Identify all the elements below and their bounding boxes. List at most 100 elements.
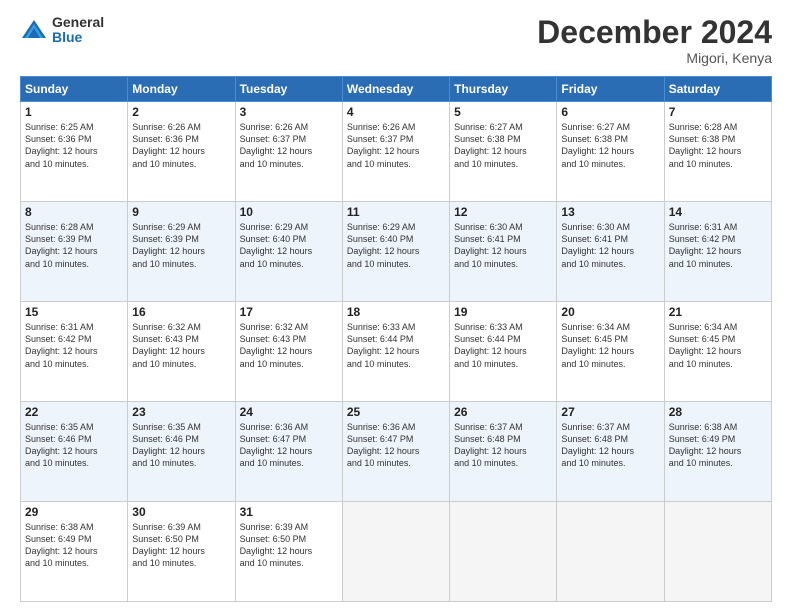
day-number: 4: [347, 105, 445, 119]
table-row: 3 Sunrise: 6:26 AMSunset: 6:37 PMDayligh…: [235, 102, 342, 202]
month-title: December 2024: [537, 15, 772, 50]
day-info: Sunrise: 6:36 AMSunset: 6:47 PMDaylight:…: [347, 422, 420, 468]
calendar-week-row: 1 Sunrise: 6:25 AMSunset: 6:36 PMDayligh…: [21, 102, 772, 202]
day-info: Sunrise: 6:26 AMSunset: 6:36 PMDaylight:…: [132, 122, 205, 168]
day-number: 26: [454, 405, 552, 419]
col-tuesday: Tuesday: [235, 77, 342, 102]
day-info: Sunrise: 6:36 AMSunset: 6:47 PMDaylight:…: [240, 422, 313, 468]
table-row: 9 Sunrise: 6:29 AMSunset: 6:39 PMDayligh…: [128, 202, 235, 302]
day-info: Sunrise: 6:32 AMSunset: 6:43 PMDaylight:…: [132, 322, 205, 368]
col-thursday: Thursday: [450, 77, 557, 102]
day-number: 2: [132, 105, 230, 119]
col-friday: Friday: [557, 77, 664, 102]
day-number: 18: [347, 305, 445, 319]
day-info: Sunrise: 6:25 AMSunset: 6:36 PMDaylight:…: [25, 122, 98, 168]
day-info: Sunrise: 6:27 AMSunset: 6:38 PMDaylight:…: [454, 122, 527, 168]
col-wednesday: Wednesday: [342, 77, 449, 102]
day-info: Sunrise: 6:29 AMSunset: 6:39 PMDaylight:…: [132, 222, 205, 268]
calendar-week-row: 29 Sunrise: 6:38 AMSunset: 6:49 PMDaylig…: [21, 502, 772, 602]
day-number: 23: [132, 405, 230, 419]
day-number: 16: [132, 305, 230, 319]
logo: General Blue: [20, 15, 104, 46]
day-info: Sunrise: 6:28 AMSunset: 6:38 PMDaylight:…: [669, 122, 742, 168]
day-number: 28: [669, 405, 767, 419]
day-info: Sunrise: 6:32 AMSunset: 6:43 PMDaylight:…: [240, 322, 313, 368]
table-row: 4 Sunrise: 6:26 AMSunset: 6:37 PMDayligh…: [342, 102, 449, 202]
day-info: Sunrise: 6:39 AMSunset: 6:50 PMDaylight:…: [132, 522, 205, 568]
table-row: 19 Sunrise: 6:33 AMSunset: 6:44 PMDaylig…: [450, 302, 557, 402]
day-number: 3: [240, 105, 338, 119]
table-row: 10 Sunrise: 6:29 AMSunset: 6:40 PMDaylig…: [235, 202, 342, 302]
table-row: 1 Sunrise: 6:25 AMSunset: 6:36 PMDayligh…: [21, 102, 128, 202]
day-number: 17: [240, 305, 338, 319]
logo-text: General Blue: [52, 15, 104, 46]
table-row: 22 Sunrise: 6:35 AMSunset: 6:46 PMDaylig…: [21, 402, 128, 502]
logo-general: General: [52, 15, 104, 30]
table-row: 16 Sunrise: 6:32 AMSunset: 6:43 PMDaylig…: [128, 302, 235, 402]
day-info: Sunrise: 6:31 AMSunset: 6:42 PMDaylight:…: [669, 222, 742, 268]
calendar-header-row: Sunday Monday Tuesday Wednesday Thursday…: [21, 77, 772, 102]
table-row: 26 Sunrise: 6:37 AMSunset: 6:48 PMDaylig…: [450, 402, 557, 502]
day-info: Sunrise: 6:33 AMSunset: 6:44 PMDaylight:…: [454, 322, 527, 368]
day-info: Sunrise: 6:35 AMSunset: 6:46 PMDaylight:…: [25, 422, 98, 468]
day-number: 29: [25, 505, 123, 519]
day-number: 10: [240, 205, 338, 219]
table-row: 6 Sunrise: 6:27 AMSunset: 6:38 PMDayligh…: [557, 102, 664, 202]
day-info: Sunrise: 6:26 AMSunset: 6:37 PMDaylight:…: [240, 122, 313, 168]
table-row: 24 Sunrise: 6:36 AMSunset: 6:47 PMDaylig…: [235, 402, 342, 502]
day-number: 21: [669, 305, 767, 319]
day-info: Sunrise: 6:34 AMSunset: 6:45 PMDaylight:…: [561, 322, 634, 368]
calendar-table: Sunday Monday Tuesday Wednesday Thursday…: [20, 76, 772, 602]
table-row: 11 Sunrise: 6:29 AMSunset: 6:40 PMDaylig…: [342, 202, 449, 302]
day-number: 20: [561, 305, 659, 319]
day-info: Sunrise: 6:38 AMSunset: 6:49 PMDaylight:…: [25, 522, 98, 568]
day-info: Sunrise: 6:31 AMSunset: 6:42 PMDaylight:…: [25, 322, 98, 368]
table-row: 27 Sunrise: 6:37 AMSunset: 6:48 PMDaylig…: [557, 402, 664, 502]
day-info: Sunrise: 6:27 AMSunset: 6:38 PMDaylight:…: [561, 122, 634, 168]
table-row: 28 Sunrise: 6:38 AMSunset: 6:49 PMDaylig…: [664, 402, 771, 502]
calendar-week-row: 15 Sunrise: 6:31 AMSunset: 6:42 PMDaylig…: [21, 302, 772, 402]
col-sunday: Sunday: [21, 77, 128, 102]
table-row: 30 Sunrise: 6:39 AMSunset: 6:50 PMDaylig…: [128, 502, 235, 602]
day-number: 6: [561, 105, 659, 119]
table-row: [342, 502, 449, 602]
table-row: 13 Sunrise: 6:30 AMSunset: 6:41 PMDaylig…: [557, 202, 664, 302]
page: General Blue December 2024 Migori, Kenya…: [0, 0, 792, 612]
day-info: Sunrise: 6:34 AMSunset: 6:45 PMDaylight:…: [669, 322, 742, 368]
table-row: 25 Sunrise: 6:36 AMSunset: 6:47 PMDaylig…: [342, 402, 449, 502]
day-number: 25: [347, 405, 445, 419]
day-info: Sunrise: 6:26 AMSunset: 6:37 PMDaylight:…: [347, 122, 420, 168]
day-number: 19: [454, 305, 552, 319]
table-row: 21 Sunrise: 6:34 AMSunset: 6:45 PMDaylig…: [664, 302, 771, 402]
day-number: 24: [240, 405, 338, 419]
calendar-week-row: 22 Sunrise: 6:35 AMSunset: 6:46 PMDaylig…: [21, 402, 772, 502]
day-number: 7: [669, 105, 767, 119]
table-row: 20 Sunrise: 6:34 AMSunset: 6:45 PMDaylig…: [557, 302, 664, 402]
day-info: Sunrise: 6:38 AMSunset: 6:49 PMDaylight:…: [669, 422, 742, 468]
logo-icon: [20, 16, 48, 44]
day-number: 15: [25, 305, 123, 319]
day-number: 5: [454, 105, 552, 119]
day-number: 22: [25, 405, 123, 419]
day-info: Sunrise: 6:39 AMSunset: 6:50 PMDaylight:…: [240, 522, 313, 568]
title-area: December 2024 Migori, Kenya: [537, 15, 772, 66]
table-row: 14 Sunrise: 6:31 AMSunset: 6:42 PMDaylig…: [664, 202, 771, 302]
day-number: 27: [561, 405, 659, 419]
day-number: 11: [347, 205, 445, 219]
table-row: 12 Sunrise: 6:30 AMSunset: 6:41 PMDaylig…: [450, 202, 557, 302]
day-info: Sunrise: 6:29 AMSunset: 6:40 PMDaylight:…: [347, 222, 420, 268]
table-row: 23 Sunrise: 6:35 AMSunset: 6:46 PMDaylig…: [128, 402, 235, 502]
day-number: 13: [561, 205, 659, 219]
logo-blue: Blue: [52, 30, 104, 45]
day-info: Sunrise: 6:30 AMSunset: 6:41 PMDaylight:…: [561, 222, 634, 268]
day-number: 31: [240, 505, 338, 519]
table-row: 31 Sunrise: 6:39 AMSunset: 6:50 PMDaylig…: [235, 502, 342, 602]
table-row: 7 Sunrise: 6:28 AMSunset: 6:38 PMDayligh…: [664, 102, 771, 202]
table-row: 15 Sunrise: 6:31 AMSunset: 6:42 PMDaylig…: [21, 302, 128, 402]
table-row: 2 Sunrise: 6:26 AMSunset: 6:36 PMDayligh…: [128, 102, 235, 202]
day-info: Sunrise: 6:33 AMSunset: 6:44 PMDaylight:…: [347, 322, 420, 368]
day-info: Sunrise: 6:30 AMSunset: 6:41 PMDaylight:…: [454, 222, 527, 268]
col-saturday: Saturday: [664, 77, 771, 102]
table-row: 29 Sunrise: 6:38 AMSunset: 6:49 PMDaylig…: [21, 502, 128, 602]
table-row: 17 Sunrise: 6:32 AMSunset: 6:43 PMDaylig…: [235, 302, 342, 402]
